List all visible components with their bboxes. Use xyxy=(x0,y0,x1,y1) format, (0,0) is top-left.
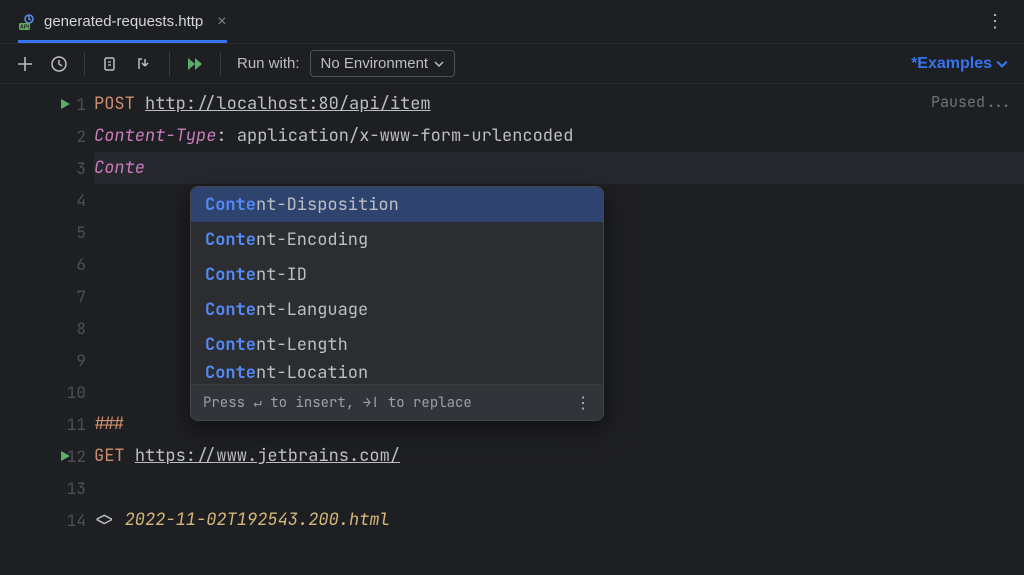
line-number: 10 xyxy=(54,382,86,403)
gutter-line: 12 xyxy=(0,440,94,472)
gutter-line: 14 xyxy=(0,504,94,536)
import-button[interactable] xyxy=(129,49,159,79)
gutter-line: 5 xyxy=(0,216,94,248)
code-line[interactable]: <> 2022-11-02T192543.200.html xyxy=(94,504,1024,536)
line-number: 6 xyxy=(54,254,86,275)
close-icon[interactable]: × xyxy=(217,13,226,31)
code-area[interactable]: Paused... POST http://localhost:80/api/i… xyxy=(94,84,1024,575)
http-file-icon: API xyxy=(18,13,36,31)
completion-hint: Press ↵ to insert, →∣ to replace xyxy=(203,394,472,412)
gutter-line: 13 xyxy=(0,472,94,504)
environment-value: No Environment xyxy=(321,55,429,72)
gutter-line: 6 xyxy=(0,248,94,280)
chevron-down-icon xyxy=(996,58,1008,70)
line-number: 4 xyxy=(54,190,86,211)
line-number: 7 xyxy=(54,286,86,307)
completion-item[interactable]: Content-Language xyxy=(191,292,603,327)
examples-dropdown[interactable]: *Examples xyxy=(911,55,1014,73)
run-gutter-icon[interactable] xyxy=(58,449,72,463)
gutter-line: 10 xyxy=(0,376,94,408)
completion-item[interactable]: Content-Encoding xyxy=(191,222,603,257)
svg-text:API: API xyxy=(20,24,30,30)
toolbar-separator xyxy=(220,52,221,76)
toolbar-separator xyxy=(84,52,85,76)
completion-item[interactable]: Content-Disposition xyxy=(191,187,603,222)
line-number: 11 xyxy=(54,414,86,435)
toolbar-separator xyxy=(169,52,170,76)
tab-bar: API generated-requests.http × ⋮ xyxy=(0,0,1024,44)
line-number: 2 xyxy=(54,126,86,147)
examples-label: *Examples xyxy=(911,55,992,73)
line-number: 3 xyxy=(54,158,86,179)
line-number: 14 xyxy=(54,510,86,531)
environment-select[interactable]: No Environment xyxy=(310,50,456,77)
file-tab[interactable]: API generated-requests.http × xyxy=(8,0,237,43)
chevron-down-icon xyxy=(434,59,444,69)
line-number: 9 xyxy=(54,350,86,371)
completion-item[interactable]: Content-Location xyxy=(191,362,603,384)
gutter-line: 1 xyxy=(0,88,94,120)
line-number: 5 xyxy=(54,222,86,243)
gutter-line: 11 xyxy=(0,408,94,440)
gutter-line: 3 xyxy=(0,152,94,184)
code-line[interactable]: Content-Type: application/x-www-form-url… xyxy=(94,120,1024,152)
paused-label: Paused... xyxy=(931,92,1012,112)
history-button[interactable] xyxy=(44,49,74,79)
run-with-label: Run with: xyxy=(237,55,300,72)
completion-item[interactable]: Content-Length xyxy=(191,327,603,362)
copy-button[interactable] xyxy=(95,49,125,79)
code-line[interactable]: POST http://localhost:80/api/item xyxy=(94,88,1024,120)
gutter-line: 8 xyxy=(0,312,94,344)
line-number: 8 xyxy=(54,318,86,339)
line-number: 13 xyxy=(54,478,86,499)
completion-footer: Press ↵ to insert, →∣ to replace ⋮ xyxy=(191,384,603,420)
add-request-button[interactable] xyxy=(10,49,40,79)
code-line[interactable]: Conte xyxy=(94,152,1024,184)
tab-options-icon[interactable]: ⋮ xyxy=(974,11,1016,32)
toolbar: Run with: No Environment *Examples xyxy=(0,44,1024,84)
active-tab-indicator xyxy=(18,40,227,43)
run-gutter-icon[interactable] xyxy=(58,97,72,111)
gutter: 1234567891011121314 xyxy=(0,84,94,575)
gutter-line: 9 xyxy=(0,344,94,376)
run-all-button[interactable] xyxy=(180,49,210,79)
gutter-line: 2 xyxy=(0,120,94,152)
completion-options-icon[interactable]: ⋮ xyxy=(575,392,591,413)
code-line[interactable] xyxy=(94,472,1024,504)
code-editor[interactable]: 1234567891011121314 Paused... POST http:… xyxy=(0,84,1024,575)
completion-item[interactable]: Content-ID xyxy=(191,257,603,292)
gutter-line: 7 xyxy=(0,280,94,312)
gutter-line: 4 xyxy=(0,184,94,216)
code-line[interactable]: GET https://www.jetbrains.com/ xyxy=(94,440,1024,472)
completion-popup: Content-DispositionContent-EncodingConte… xyxy=(190,186,604,421)
tab-title: generated-requests.http xyxy=(44,13,203,30)
